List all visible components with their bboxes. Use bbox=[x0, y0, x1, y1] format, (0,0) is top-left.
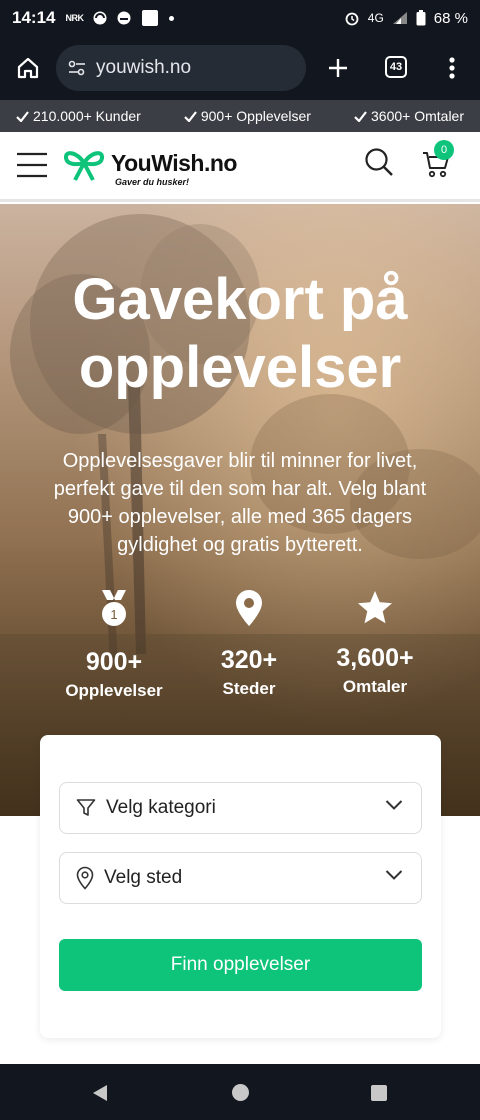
category-select-label: Velg kategori bbox=[106, 797, 216, 818]
stat-label: Opplevelser bbox=[65, 681, 163, 700]
browser-toolbar: youwish.no 43 bbox=[0, 36, 480, 100]
trust-item: 900+ Opplevelser bbox=[184, 108, 311, 124]
logo-name: YouWish.no bbox=[111, 150, 237, 176]
stat-number: 3,600+ bbox=[336, 644, 414, 672]
check-icon bbox=[354, 110, 367, 122]
hero-title-line1: Gavekort på bbox=[72, 267, 408, 332]
hero-title-line2: opplevelser bbox=[78, 335, 402, 400]
trust-item-label: 900+ Opplevelser bbox=[200, 108, 311, 124]
stat-label: Omtaler bbox=[342, 677, 408, 696]
chevron-down-icon bbox=[385, 870, 403, 880]
hero-banner: Gavekort på opplevelser Opplevelsesgaver… bbox=[0, 204, 480, 816]
url-text: youwish.no bbox=[96, 57, 192, 78]
category-select[interactable]: Velg kategori bbox=[59, 782, 422, 834]
ribbon-bow-icon bbox=[64, 151, 104, 181]
hamburger-menu-icon[interactable] bbox=[16, 152, 48, 178]
check-icon bbox=[16, 110, 29, 122]
address-bar[interactable]: youwish.no bbox=[56, 45, 306, 91]
stat-number: 900+ bbox=[85, 648, 143, 676]
logo[interactable]: YouWish.no Gaver du husker! bbox=[63, 146, 243, 190]
more-options-icon[interactable] bbox=[448, 56, 456, 80]
location-select[interactable]: Velg sted bbox=[59, 852, 422, 904]
tab-switcher-button[interactable]: 43 bbox=[385, 56, 407, 78]
trust-item-label: 3600+ Omtaler bbox=[371, 108, 464, 124]
battery-level: 68 % bbox=[433, 9, 468, 27]
cart-count-badge: 0 bbox=[434, 140, 454, 160]
cart-button[interactable]: 0 bbox=[420, 140, 460, 180]
stat-number: 320+ bbox=[220, 646, 278, 674]
stat-locations: 320+ Steder bbox=[179, 589, 319, 699]
stat-experiences: 1 900+ Opplevelser bbox=[44, 589, 184, 701]
network-label: 4G bbox=[367, 11, 384, 25]
star-icon bbox=[358, 591, 392, 624]
chevron-down-icon bbox=[385, 800, 403, 810]
app-icon bbox=[93, 11, 107, 25]
battery-icon bbox=[416, 10, 426, 26]
dot-icon bbox=[169, 15, 175, 21]
site-settings-icon[interactable] bbox=[68, 60, 86, 76]
find-experiences-button[interactable]: Finn opplevelser bbox=[59, 939, 422, 991]
site-header: YouWish.no Gaver du husker! 0 bbox=[0, 132, 480, 202]
nrk-icon: NRK bbox=[65, 13, 84, 23]
status-bar: 14:14 NRK 4G 68 % bbox=[0, 0, 480, 36]
filter-icon bbox=[76, 799, 96, 816]
recents-icon[interactable] bbox=[370, 1084, 388, 1102]
location-pin-icon bbox=[236, 590, 262, 626]
home-icon[interactable] bbox=[16, 56, 40, 80]
search-icon[interactable] bbox=[364, 147, 394, 177]
check-icon bbox=[184, 110, 197, 122]
search-card: Velg kategori Velg sted Finn opplevelser bbox=[40, 735, 441, 1038]
alarm-icon bbox=[345, 12, 359, 26]
trust-item: 3600+ Omtaler bbox=[354, 108, 464, 124]
hero-title: Gavekort på opplevelser bbox=[0, 266, 480, 402]
app-icon-2 bbox=[117, 11, 131, 25]
home-button-icon[interactable] bbox=[231, 1083, 250, 1102]
location-pin-outline-icon bbox=[76, 866, 94, 890]
trust-bar: 210.000+ Kunder 900+ Opplevelser 3600+ O… bbox=[0, 100, 480, 132]
medal-icon: 1 bbox=[102, 590, 126, 626]
stat-reviews: 3,600+ Omtaler bbox=[305, 589, 445, 697]
back-icon[interactable] bbox=[90, 1083, 110, 1103]
trust-item-label: 210.000+ Kunder bbox=[33, 108, 141, 124]
notification-icon bbox=[142, 10, 159, 26]
svg-text:1: 1 bbox=[110, 607, 117, 622]
logo-tagline: Gaver du husker! bbox=[115, 177, 190, 187]
new-tab-icon[interactable] bbox=[327, 57, 349, 79]
signal-icon bbox=[392, 12, 407, 24]
location-select-label: Velg sted bbox=[104, 867, 183, 888]
system-navigation-bar bbox=[0, 1064, 480, 1120]
stat-label: Steder bbox=[222, 679, 276, 698]
status-time: 14:14 bbox=[12, 8, 56, 27]
trust-item: 210.000+ Kunder bbox=[16, 108, 141, 124]
hero-subtitle: Opplevelsesgaver blir til minner for liv… bbox=[53, 450, 427, 556]
